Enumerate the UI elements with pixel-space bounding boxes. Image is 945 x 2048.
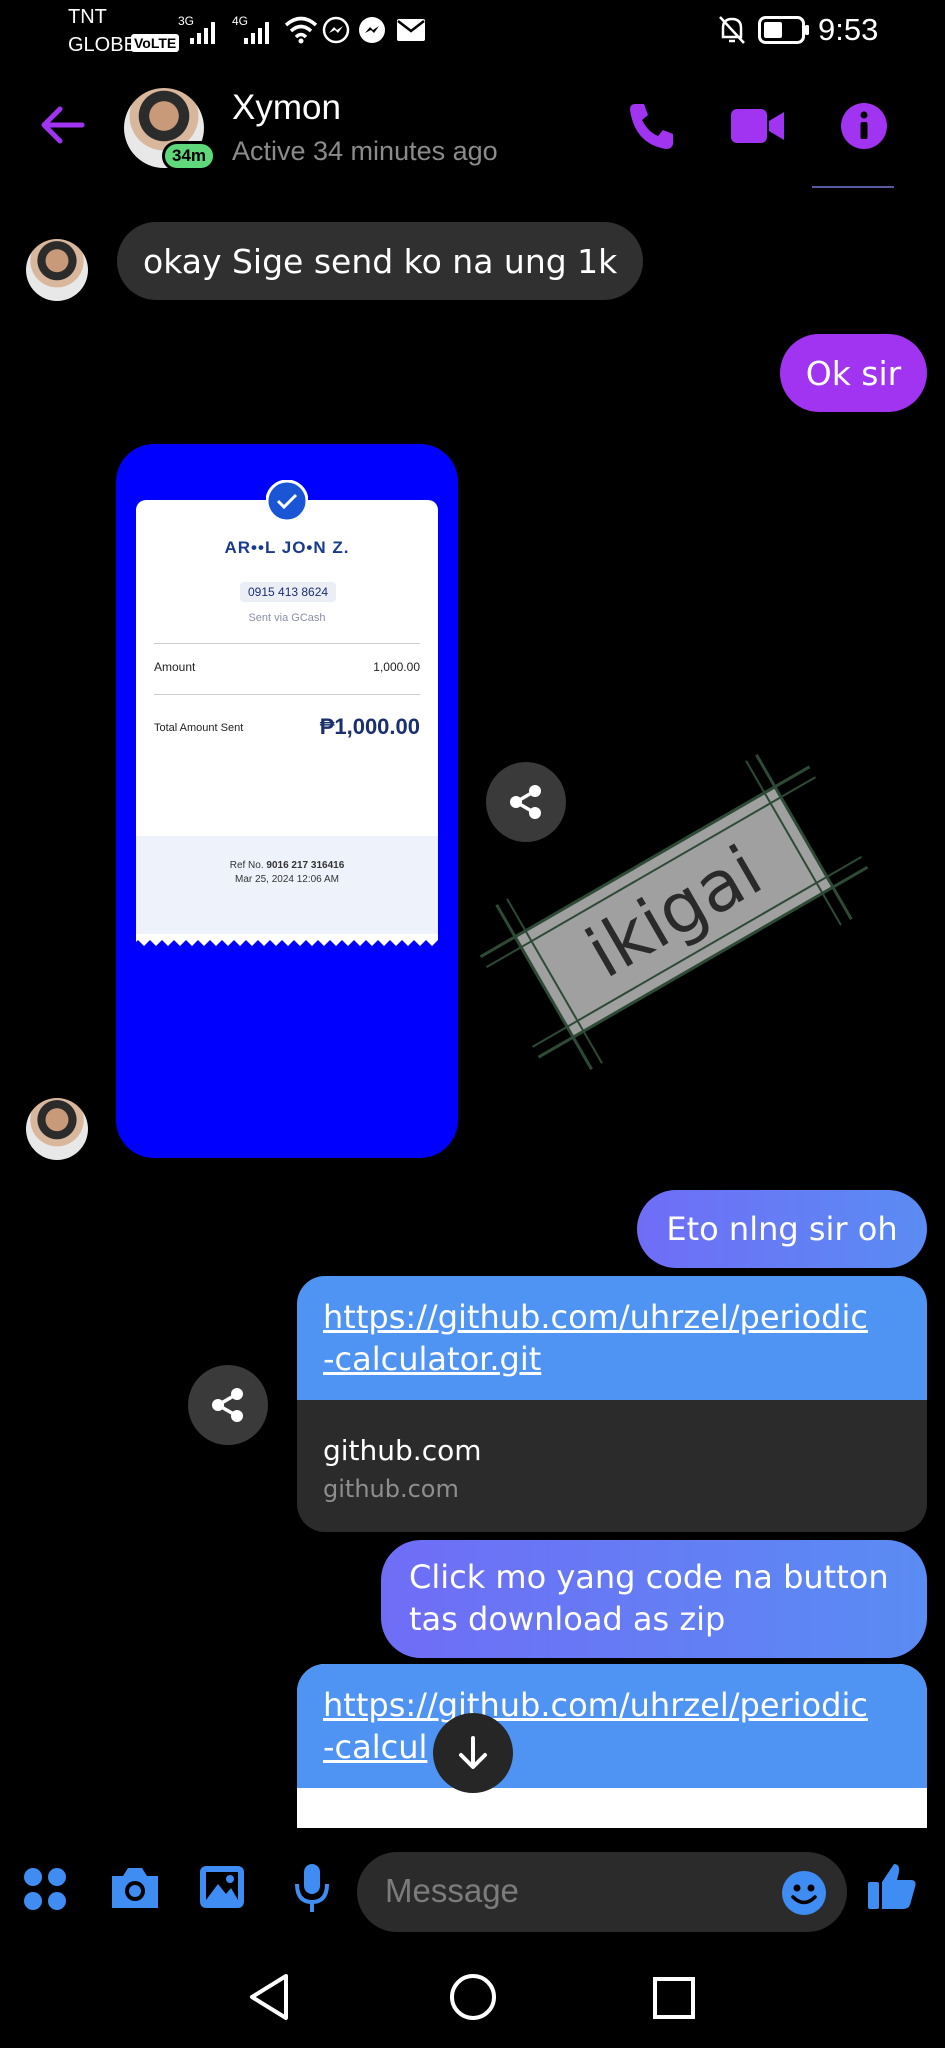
active-time-badge: 34m <box>162 141 217 171</box>
link-preview-card[interactable]: https://github.com/uhrzel/periodic -calc… <box>297 1664 927 1828</box>
check-circle-icon <box>266 480 308 522</box>
volte-badge: VoLTE <box>131 34 180 52</box>
receipt-footer <box>136 836 438 940</box>
receipt-image[interactable]: AR••L JO•N Z. 0915 413 8624 Sent via GCa… <box>116 444 458 1158</box>
clock: 9:53 <box>818 12 879 47</box>
nav-back-icon[interactable] <box>246 1972 292 2022</box>
recipient-phone: 0915 413 8624 <box>240 582 337 602</box>
share-icon <box>212 1388 243 1422</box>
carrier-1: TNT <box>68 6 107 28</box>
receipt-date: Mar 25, 2024 12:06 AM <box>235 874 339 885</box>
share-button[interactable] <box>188 1365 268 1445</box>
link-preview-card[interactable]: https://github.com/uhrzel/periodic -calc… <box>297 1276 927 1532</box>
back-arrow-icon[interactable] <box>38 104 86 146</box>
microphone-icon[interactable] <box>294 1862 330 1914</box>
outgoing-message[interactable]: Eto nlng sir oh <box>637 1190 927 1268</box>
gallery-icon[interactable] <box>198 1864 246 1910</box>
mail-icon <box>397 19 425 41</box>
link-url-line-1[interactable]: https://github.com/uhrzel/periodic <box>323 1296 901 1338</box>
divider <box>154 643 420 644</box>
mute-bell-icon <box>719 16 745 44</box>
menu-dots-icon[interactable] <box>22 1866 68 1912</box>
active-tab-indicator <box>812 186 894 188</box>
message-input[interactable]: Message <box>357 1852 847 1932</box>
phone-call-icon[interactable] <box>626 100 676 152</box>
camera-icon[interactable] <box>108 1864 162 1912</box>
incoming-message[interactable]: okay Sige send ko na ung 1k <box>117 222 644 300</box>
signal-icon-1 <box>190 22 215 44</box>
message-placeholder: Message <box>385 1872 519 1909</box>
ikigai-sticker[interactable]: ikigai <box>462 740 882 1080</box>
contact-name[interactable]: Xymon <box>232 88 341 128</box>
messenger-icon-1 <box>322 16 350 44</box>
scroll-to-bottom-button[interactable] <box>433 1713 513 1793</box>
recipient-name: AR••L JO•N Z. <box>224 538 350 557</box>
total-value: ₱1,000.00 <box>319 714 420 739</box>
active-status: Active 34 minutes ago <box>232 136 498 166</box>
info-icon[interactable] <box>840 102 888 150</box>
message-line-1: Click mo yang code na button <box>409 1558 889 1596</box>
link-url-line-2[interactable]: -calcul <box>323 1726 901 1768</box>
receipt-zigzag <box>136 934 438 946</box>
sender-avatar[interactable] <box>26 1098 88 1160</box>
ref-label: Ref No. <box>229 860 264 871</box>
receipt-card: AR••L JO•N Z. 0915 413 8624 Sent via GCa… <box>136 500 438 940</box>
battery-icon <box>758 16 809 44</box>
thumbs-up-icon[interactable] <box>866 1860 918 1912</box>
nav-recents-icon[interactable] <box>652 1976 696 2020</box>
link-domain: github.com <box>323 1475 459 1503</box>
link-url-line-2[interactable]: -calculator.git <box>323 1338 901 1380</box>
amount-label: Amount <box>154 660 196 674</box>
outgoing-message[interactable]: Ok sir <box>780 334 927 412</box>
ref-number: 9016 217 316416 <box>266 860 345 871</box>
nav-home-icon[interactable] <box>448 1972 498 2022</box>
sent-via: Sent via GCash <box>248 612 326 624</box>
sender-avatar[interactable] <box>26 239 88 301</box>
video-call-icon[interactable] <box>730 106 786 146</box>
arrow-down-icon <box>459 1736 487 1769</box>
emoji-icon[interactable] <box>781 1870 827 1916</box>
link-url-line-1[interactable]: https://github.com/uhrzel/periodic <box>323 1684 901 1726</box>
messenger-icon-2 <box>359 17 385 43</box>
wifi-icon <box>284 16 318 44</box>
outgoing-message[interactable]: Click mo yang code na button tas downloa… <box>381 1540 927 1658</box>
carrier-2: GLOBE <box>68 34 137 56</box>
divider <box>154 694 420 695</box>
amount-value: 1,000.00 <box>373 660 420 674</box>
message-line-2: tas download as zip <box>409 1600 726 1638</box>
link-title: github.com <box>323 1434 482 1467</box>
signal-icon-2 <box>244 22 269 44</box>
total-label: Total Amount Sent <box>154 722 244 734</box>
